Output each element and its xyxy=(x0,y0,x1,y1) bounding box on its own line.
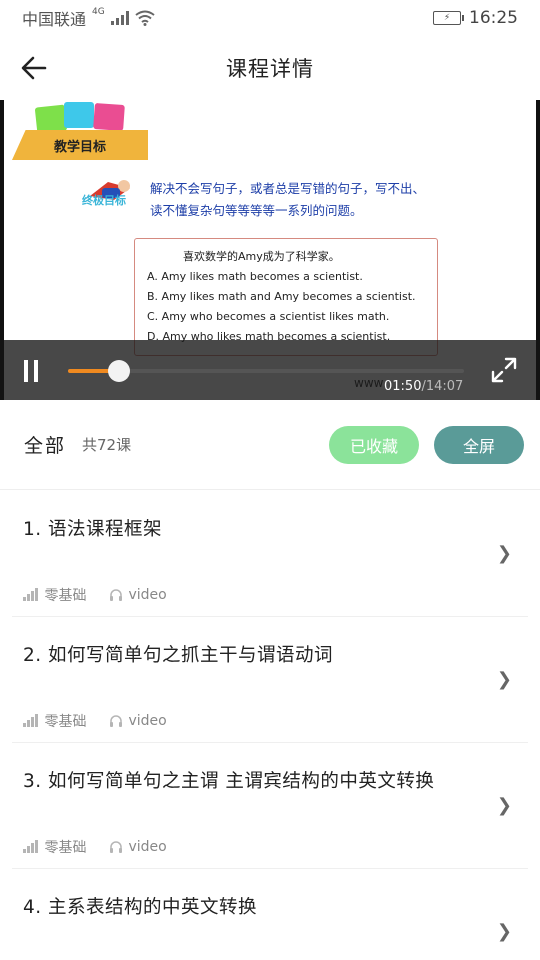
course-meta: 零基础 video xyxy=(23,837,167,857)
course-type: video xyxy=(128,713,167,729)
favorite-button[interactable]: 已收藏 xyxy=(329,425,419,464)
fullscreen-pill-button[interactable]: 全屏 xyxy=(434,425,524,464)
course-item[interactable]: 3. 如何写简单句之主谓 主谓宾结构的中英文转换 ❯ 零基础 video xyxy=(12,743,528,869)
course-level: 零基础 xyxy=(44,588,87,604)
progress-bar[interactable] xyxy=(68,360,464,382)
question-option: B. Amy likes math and Amy becomes a scie… xyxy=(147,290,416,303)
course-title: 3. 如何写简单句之主谓 主谓宾结构的中英文转换 xyxy=(23,771,435,792)
time-display: 01:50/14:07 xyxy=(384,379,463,394)
question-title: 喜欢数学的Amy成为了科学家。 xyxy=(183,250,340,263)
course-meta: 零基础 video xyxy=(23,711,167,731)
course-level: 零基础 xyxy=(44,840,87,856)
network-type: 4G xyxy=(92,7,105,17)
pause-button[interactable] xyxy=(24,360,46,382)
course-title: 1. 语法课程框架 xyxy=(23,519,163,540)
lesson-count: 共72课 xyxy=(82,436,132,454)
page-title: 课程详情 xyxy=(226,57,314,81)
video-player[interactable]: 教学目标 终极目标 解决不会写句子，或者总是写错的句子，写不出、 读不懂复杂句等… xyxy=(0,100,540,400)
back-arrow-icon xyxy=(21,56,47,80)
fullscreen-button[interactable] xyxy=(490,356,518,384)
course-item[interactable]: 1. 语法课程框架 ❯ 零基础 video xyxy=(12,491,528,617)
course-title: 2. 如何写简单句之抓主干与谓语动词 xyxy=(23,645,334,666)
chevron-right-icon: ❯ xyxy=(496,543,512,564)
course-meta: 零基础 video xyxy=(23,585,167,605)
progress-thumb[interactable] xyxy=(108,360,131,382)
slide-line: 读不懂复杂句等等等等一系列的问题。 xyxy=(150,203,363,218)
total-time: 14:07 xyxy=(425,379,464,394)
status-bar: 中国联通 4G ⚡ 16:25 xyxy=(0,0,540,36)
chevron-right-icon: ❯ xyxy=(496,795,512,816)
pause-icon xyxy=(24,360,28,382)
headphone-icon xyxy=(109,715,122,727)
question-box: 喜欢数学的Amy成为了科学家。 A. Amy likes math become… xyxy=(134,238,438,356)
question-option: A. Amy likes math becomes a scientist. xyxy=(147,270,363,283)
course-type: video xyxy=(128,587,167,603)
level-icon xyxy=(23,714,38,727)
expand-icon xyxy=(491,357,517,383)
pause-icon xyxy=(34,360,38,382)
signal-icon xyxy=(110,11,129,25)
chevron-right-icon: ❯ xyxy=(496,669,512,690)
back-button[interactable] xyxy=(16,50,52,86)
level-icon xyxy=(23,840,38,853)
course-item[interactable]: 2. 如何写简单句之抓主干与谓语动词 ❯ 零基础 video xyxy=(12,617,528,743)
header: 课程详情 xyxy=(0,36,540,100)
headphone-icon xyxy=(109,589,122,601)
headphone-icon xyxy=(109,841,122,853)
slide-line: 解决不会写句子，或者总是写错的句子，写不出、 xyxy=(150,181,426,196)
slide-text: 解决不会写句子，或者总是写错的句子，写不出、 读不懂复杂句等等等等一系列的问题。 xyxy=(150,178,440,222)
current-time: 01:50 xyxy=(384,379,422,394)
status-right: ⚡ 16:25 xyxy=(433,8,518,28)
battery-icon: ⚡ xyxy=(433,11,464,25)
course-list: 1. 语法课程框架 ❯ 零基础 video 2. 如何写简单句之抓主干与谓语动词… xyxy=(0,491,540,960)
clock: 16:25 xyxy=(469,8,518,28)
all-label: 全部 xyxy=(24,435,67,457)
course-level: 零基础 xyxy=(44,714,87,730)
chevron-right-icon: ❯ xyxy=(496,921,512,942)
level-icon xyxy=(23,588,38,601)
course-title: 4. 主系表结构的中英文转换 xyxy=(23,897,258,918)
question-option: C. Amy who becomes a scientist likes mat… xyxy=(147,310,390,323)
course-item[interactable]: 4. 主系表结构的中英文转换 ❯ xyxy=(12,869,528,960)
course-summary: 全部 共72课 已收藏 全屏 xyxy=(0,400,540,490)
video-controls: 01:50/14:07 xyxy=(0,340,540,400)
wifi-icon xyxy=(135,10,155,26)
slide-hero-label: 终极目标 xyxy=(82,194,126,207)
slide-banner: 教学目标 xyxy=(12,130,148,160)
course-type: video xyxy=(128,839,167,855)
status-left: 中国联通 4G xyxy=(22,6,155,30)
carrier-label: 中国联通 xyxy=(22,10,87,29)
